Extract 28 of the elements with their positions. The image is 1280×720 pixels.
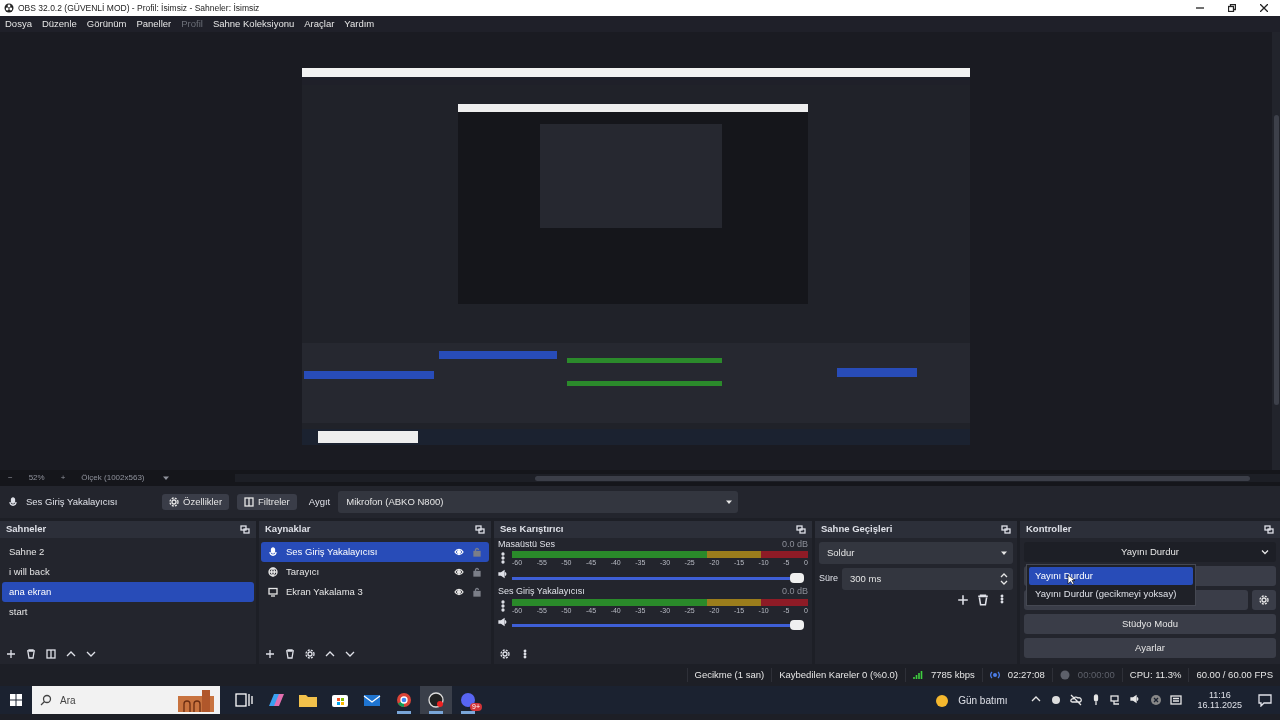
weather-text: Gün batımı	[958, 693, 1008, 708]
channel-name: Masaüstü Ses	[498, 537, 556, 551]
duration-label: Süre	[819, 572, 838, 586]
status-text: 60.00 / 60.00 FPS	[1196, 667, 1273, 682]
source-label: Ses Giriş Yakalayıcısı	[286, 544, 378, 559]
status-text: 02:27:08	[1007, 667, 1045, 682]
status-text: 7785 kbps	[931, 667, 975, 682]
clock-time: 11:16	[1208, 689, 1231, 700]
status-text: 00:00:00	[1077, 667, 1115, 682]
status-text: CPU: 11.3%	[1129, 667, 1182, 682]
source-label: Tarayıcı	[286, 564, 320, 579]
panel-title: Sahne Geçişleri	[821, 522, 893, 537]
panel-title: Sahneler	[6, 522, 47, 537]
panel-title: Kontroller	[1026, 522, 1072, 537]
panel-title: Ses Karıştırıcı	[500, 522, 564, 537]
source-name: Ses Giriş Yakalayıcısı	[26, 494, 119, 509]
channel-name: Ses Giriş Yakalayıcısı	[498, 585, 585, 599]
db-reading: 0.0 dB	[781, 537, 808, 551]
status-text: Kaybedilen Kareler 0 (%0.0)	[779, 667, 898, 682]
window-title: OBS 32.0.2 (GÜVENLİ MOD) - Profil: İsimsiz - Sahneler: İsimsiz	[18, 1, 260, 15]
clock-date: 16.11.2025	[1197, 700, 1242, 711]
device-label: Aygıt	[308, 494, 331, 509]
zoom-level: 52%	[28, 472, 45, 484]
panel-title: Kaynaklar	[265, 522, 311, 537]
scale-label: Ölçek (1002x563)	[81, 472, 145, 484]
status-text: Gecikme (1 san)	[694, 667, 765, 682]
db-reading: 0.0 dB	[781, 585, 808, 599]
source-label: Ekran Yakalama 3	[286, 584, 363, 599]
